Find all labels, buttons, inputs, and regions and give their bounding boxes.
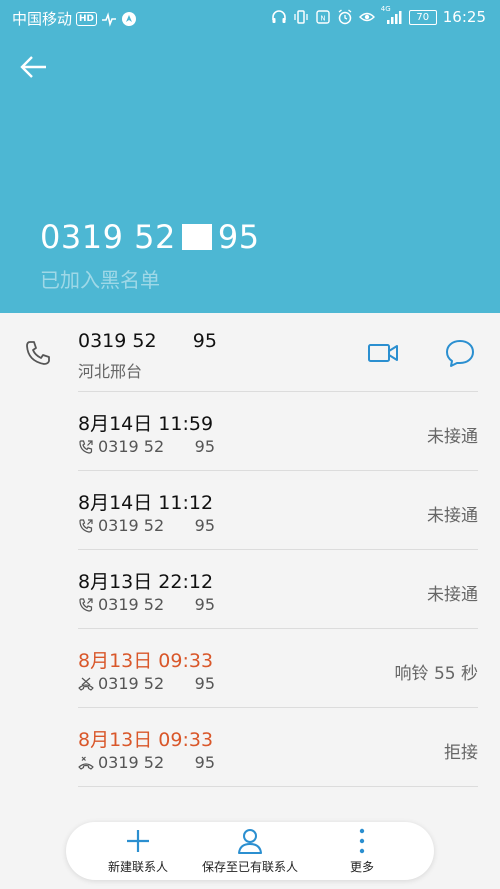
call-number-line: 0319 52 95 bbox=[78, 595, 215, 614]
svg-text:N: N bbox=[320, 15, 325, 23]
contact-header: 中国移动 HD N 4G 70 16:25 0319 52 95 已加入黑名单 bbox=[0, 0, 500, 313]
contact-location: 河北邢台 bbox=[78, 362, 143, 381]
blacklist-label: 已加入黑名单 bbox=[40, 268, 160, 292]
outgoing-call-icon bbox=[79, 439, 93, 454]
hd-badge: HD bbox=[76, 11, 98, 26]
rejected-call-icon bbox=[78, 756, 94, 770]
carrier-name: 中国移动 bbox=[12, 10, 73, 28]
person-icon bbox=[238, 829, 262, 854]
contact-number: 0319 52 95 bbox=[78, 330, 217, 352]
call-number-line: 0319 52 95 bbox=[78, 753, 215, 772]
call-date: 8月13日 09:33 bbox=[78, 729, 214, 751]
phone-icon[interactable] bbox=[24, 339, 52, 367]
new-contact-button[interactable]: 新建联系人 bbox=[78, 822, 198, 880]
call-log-row[interactable]: 8月13日 09:33 0319 52 95 响铃 55 秒 bbox=[0, 629, 500, 707]
signal-strength: 4G bbox=[381, 5, 403, 25]
blocked-call-icon bbox=[78, 677, 94, 691]
call-number: 0319 52 95 bbox=[98, 674, 216, 693]
divider bbox=[78, 786, 478, 787]
more-vertical-icon bbox=[359, 828, 365, 854]
call-number: 0319 52 95 bbox=[98, 516, 216, 535]
call-date: 8月14日 11:12 bbox=[78, 492, 214, 514]
video-call-icon[interactable] bbox=[367, 341, 399, 365]
navigation-icon bbox=[122, 11, 137, 26]
headphone-icon bbox=[271, 10, 286, 23]
more-button[interactable]: 更多 bbox=[302, 822, 422, 880]
nfc-icon: N bbox=[316, 10, 330, 24]
call-number: 0319 52 95 bbox=[98, 753, 216, 772]
call-status: 未接通 bbox=[427, 427, 478, 447]
header-number-suffix: 95 bbox=[217, 218, 260, 256]
call-number-line: 0319 52 95 bbox=[78, 516, 215, 535]
header-number-prefix: 0319 52 bbox=[40, 218, 176, 256]
outgoing-call-icon bbox=[79, 518, 93, 533]
call-date: 8月13日 22:12 bbox=[78, 571, 214, 593]
call-status: 未接通 bbox=[427, 585, 478, 605]
call-status: 响铃 55 秒 bbox=[394, 664, 478, 684]
call-date: 8月14日 11:59 bbox=[78, 413, 214, 435]
call-number-line: 0319 52 95 bbox=[78, 674, 215, 693]
call-status: 未接通 bbox=[427, 506, 478, 526]
activity-icon bbox=[102, 11, 117, 27]
back-arrow-icon[interactable] bbox=[16, 50, 50, 84]
call-log-row[interactable]: 8月13日 09:33 0319 52 95 拒接 bbox=[0, 708, 500, 786]
call-log-row[interactable]: 8月13日 22:12 0319 52 95 未接通 bbox=[0, 550, 500, 628]
status-left: 中国移动 HD bbox=[12, 8, 137, 29]
call-number: 0319 52 95 bbox=[98, 437, 216, 456]
call-number-line: 0319 52 95 bbox=[78, 437, 215, 456]
call-status: 拒接 bbox=[444, 743, 478, 763]
redaction-block bbox=[181, 224, 212, 250]
plus-icon bbox=[127, 830, 149, 852]
vibrate-icon bbox=[294, 10, 308, 24]
call-number: 0319 52 95 bbox=[98, 595, 216, 614]
action-bar: 新建联系人 保存至已有联系人 更多 bbox=[66, 822, 434, 880]
call-date: 8月13日 09:33 bbox=[78, 650, 214, 672]
contact-row[interactable]: 0319 52 95 河北邢台 bbox=[0, 313, 500, 391]
header-phone-number: 0319 52 95 bbox=[40, 218, 260, 256]
outgoing-call-icon bbox=[79, 597, 93, 612]
call-log-row[interactable]: 8月14日 11:12 0319 52 95 未接通 bbox=[0, 471, 500, 549]
signal-icon bbox=[386, 11, 402, 24]
message-icon[interactable] bbox=[444, 338, 476, 368]
clock: 16:25 bbox=[442, 8, 486, 26]
new-contact-label: 新建联系人 bbox=[107, 860, 168, 874]
save-to-existing-contact-button[interactable]: 保存至已有联系人 bbox=[190, 822, 310, 880]
more-label: 更多 bbox=[349, 860, 374, 874]
status-right: N 4G 70 16:25 bbox=[271, 5, 486, 26]
battery-indicator: 70 bbox=[408, 9, 437, 25]
save-to-existing-label: 保存至已有联系人 bbox=[201, 860, 298, 874]
details-panel: 0319 52 95 河北邢台 8月14日 11:59 0319 52 95 未… bbox=[0, 313, 500, 889]
call-log-row[interactable]: 8月14日 11:59 0319 52 95 未接通 bbox=[0, 392, 500, 470]
eye-icon bbox=[358, 12, 375, 22]
status-bar: 中国移动 HD N 4G 70 16:25 bbox=[0, 0, 500, 36]
alarm-icon bbox=[338, 9, 352, 25]
